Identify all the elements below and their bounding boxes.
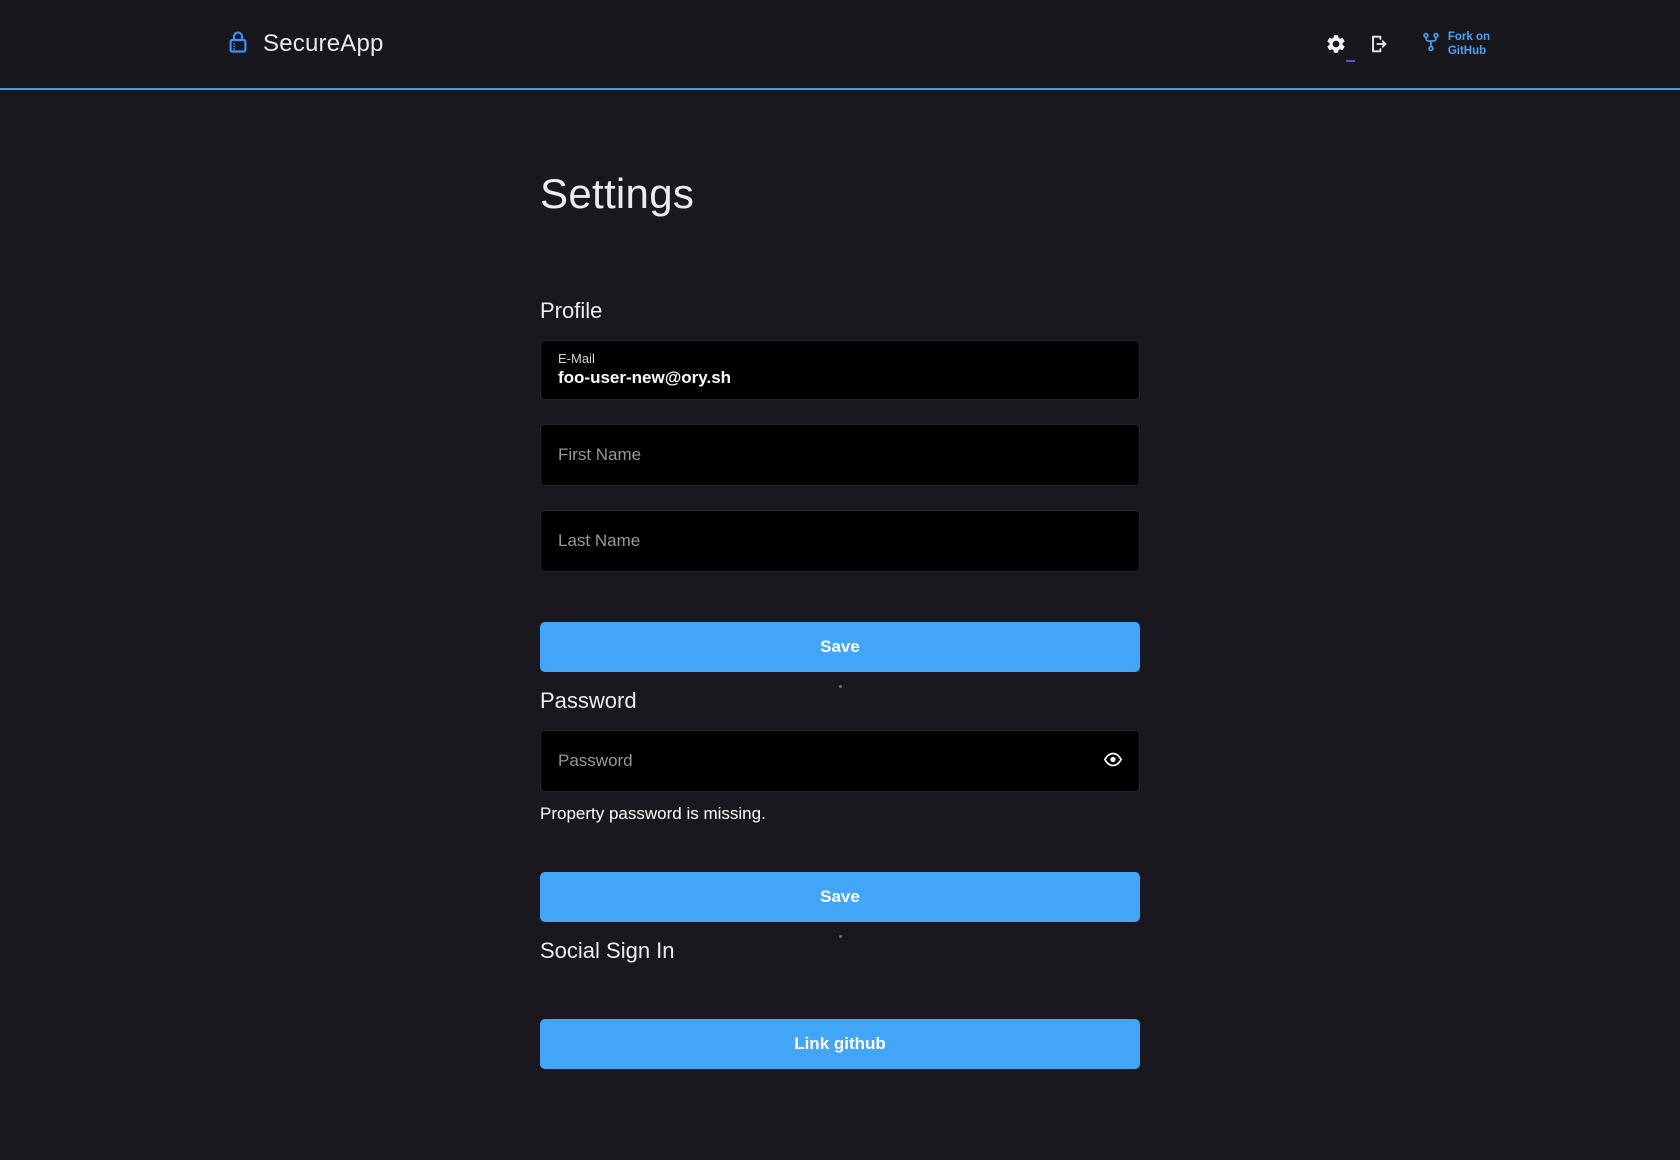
header-actions: Fork on GitHub (1321, 29, 1490, 59)
profile-heading: Profile (540, 298, 1140, 324)
cursor-artifact (1346, 60, 1355, 62)
app-logo: SecureApp (226, 29, 384, 60)
profile-section: Profile E-Mail Save (540, 298, 1140, 688)
gear-icon (1325, 33, 1347, 55)
first-name-field (540, 424, 1140, 486)
password-section: Password Property password is missing. S… (540, 688, 1140, 938)
fork-icon (1421, 31, 1441, 57)
password-heading: Password (540, 688, 1140, 714)
profile-save-button[interactable]: Save (540, 622, 1140, 672)
last-name-field (540, 510, 1140, 572)
email-label: E-Mail (558, 351, 1122, 366)
last-name-input[interactable] (541, 511, 1139, 571)
password-error-message: Property password is missing. (540, 804, 1140, 824)
lock-icon (226, 29, 250, 60)
app-header: SecureApp (0, 0, 1680, 90)
password-field (540, 730, 1140, 792)
social-sign-in-heading: Social Sign In (540, 938, 1140, 964)
email-field[interactable]: E-Mail (540, 340, 1140, 400)
fork-on-github-link[interactable]: Fork on GitHub (1421, 30, 1490, 59)
fork-link-label: Fork on GitHub (1448, 30, 1490, 59)
social-sign-in-section: Social Sign In Link github (540, 938, 1140, 1069)
email-input[interactable] (558, 368, 1122, 388)
toggle-password-visibility-button[interactable] (1101, 748, 1125, 775)
settings-page: Settings Profile E-Mail Save Password (540, 90, 1140, 1069)
logout-icon (1368, 33, 1390, 55)
password-input[interactable] (541, 731, 1139, 791)
logout-button[interactable] (1364, 29, 1394, 59)
settings-gear-button[interactable] (1321, 29, 1351, 59)
eye-icon (1103, 750, 1123, 773)
page-title: Settings (540, 170, 1140, 218)
password-save-button[interactable]: Save (540, 872, 1140, 922)
link-github-button[interactable]: Link github (540, 1019, 1140, 1069)
first-name-input[interactable] (541, 425, 1139, 485)
app-title: SecureApp (263, 30, 384, 58)
